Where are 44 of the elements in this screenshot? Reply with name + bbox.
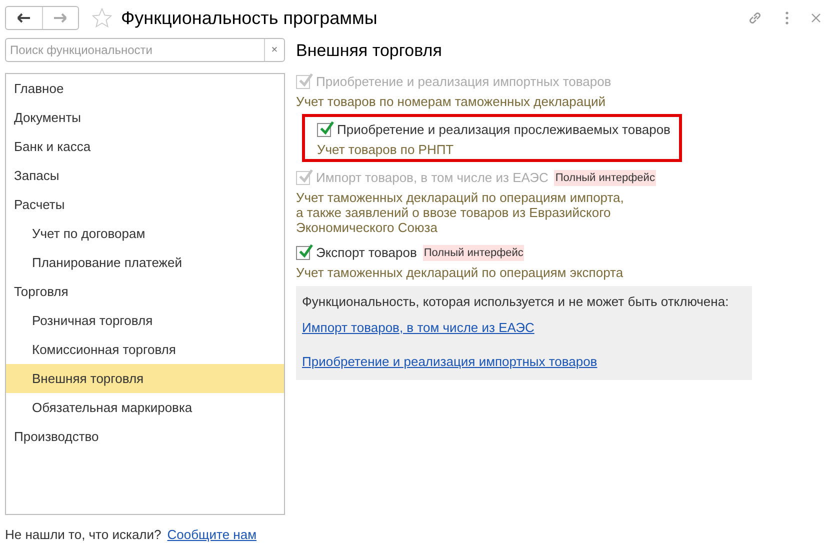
clear-button[interactable]: × <box>264 39 284 61</box>
option-description: Учет товаров по номерам таможенных деклараций <box>296 94 607 109</box>
section-title: Внешняя торговля <box>296 40 443 62</box>
checkmark-icon <box>319 121 334 136</box>
option-label: Экспорт товаров <box>316 244 417 262</box>
checkbox[interactable] <box>296 246 310 260</box>
search-field[interactable]: Поиск функциональности × <box>5 38 285 62</box>
more-icon[interactable] <box>785 11 789 25</box>
checkmark-icon <box>298 169 313 184</box>
star-icon[interactable] <box>91 7 113 29</box>
tree-item[interactable]: Комиссионная торговля <box>6 335 284 364</box>
option-description: Учет товаров по РНПТ <box>317 142 455 157</box>
interface-badge: Полный интерфейс <box>422 244 524 262</box>
tree-item[interactable]: Главное <box>6 74 284 103</box>
tree-item[interactable]: Торговля <box>6 277 284 306</box>
tree-item[interactable]: Производство <box>6 422 284 451</box>
checkmark-icon <box>298 244 313 259</box>
close-icon[interactable] <box>811 13 821 23</box>
option-description: Учет таможенных деклараций по операциям экспорта <box>296 265 624 280</box>
window-title: Функциональность программы <box>121 6 378 30</box>
tree-item[interactable]: Внешняя торговля <box>6 364 284 393</box>
interface-badge: Полный интерфейс <box>554 170 656 186</box>
arrow-right-icon <box>53 13 68 23</box>
feedback-link[interactable]: Сообщите нам <box>167 525 257 543</box>
tree-item[interactable]: Розничная торговля <box>6 306 284 335</box>
option-label: Импорт товаров, в том числе из ЕАЭС <box>316 169 548 188</box>
tree-item[interactable]: Документы <box>6 103 284 132</box>
option-label: Приобретение и реализация импортных товаров <box>316 73 612 92</box>
tree-item[interactable]: Планирование платежей <box>6 248 284 277</box>
link-icon[interactable] <box>747 10 763 26</box>
tree-item[interactable]: Банк и касса <box>6 132 284 161</box>
locked-text: Функциональность, которая используется и не может быть отключена: <box>302 293 730 311</box>
option-description: Учет таможенных деклараций по операциям импорта, а также заявлений о ввозе товаров из Евразийского Экономического Союза <box>296 190 625 235</box>
footer-text: Не нашли то, что искали? <box>5 526 162 543</box>
tree-item[interactable]: Расчеты <box>6 190 284 219</box>
option-label: Приобретение и реализация прослеживаемых товаров <box>337 121 670 140</box>
arrow-left-icon <box>16 13 31 23</box>
checkmark-icon <box>298 73 313 88</box>
tree-item[interactable]: Обязательная маркировка <box>6 393 284 422</box>
tree-item[interactable]: Запасы <box>6 161 284 190</box>
tree-item[interactable]: Учет по договорам <box>6 219 284 248</box>
feature-link[interactable]: Приобретение и реализация импортных товаров <box>302 354 598 368</box>
checkbox[interactable] <box>317 123 331 137</box>
feature-link[interactable]: Импорт товаров, в том числе из ЕАЭС <box>302 320 534 334</box>
